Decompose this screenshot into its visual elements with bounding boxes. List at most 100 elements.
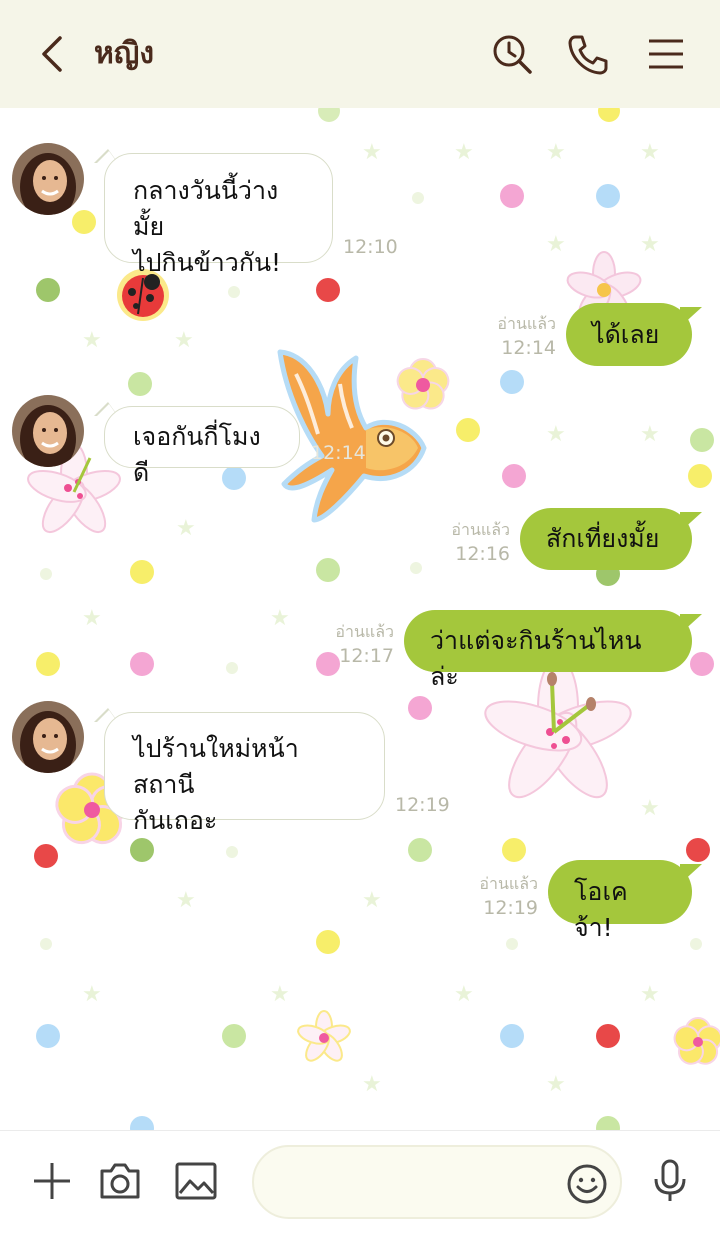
pattern-star: ★ (82, 328, 102, 353)
outgoing-message[interactable]: โอเคจ้า! (548, 860, 692, 942)
pattern-dot (410, 562, 422, 574)
camera-icon[interactable] (96, 1157, 144, 1205)
incoming-message[interactable]: เจอกันกี่โมงดี (104, 406, 300, 487)
plus-icon[interactable] (28, 1157, 76, 1205)
incoming-message[interactable]: กลางวันนี้ว่างมั้ย ไปกินข้าวกัน! (104, 153, 333, 277)
image-icon[interactable] (172, 1157, 220, 1205)
avatar[interactable] (12, 143, 84, 215)
pattern-dot (456, 418, 480, 442)
pattern-dot (412, 192, 424, 204)
message-text-line: กลางวันนี้ว่างมั้ย (133, 176, 279, 241)
phone-icon[interactable] (566, 32, 610, 76)
message-time: 12:14 (311, 442, 366, 464)
avatar[interactable] (12, 701, 84, 773)
bubble-tail (680, 864, 702, 884)
pattern-star: ★ (362, 1072, 382, 1097)
outgoing-message[interactable]: สักเที่ยงมั้ย (520, 508, 692, 570)
search-clock-icon[interactable] (490, 32, 534, 76)
read-receipt: อ่านแล้ว (451, 520, 510, 539)
pattern-star: ★ (640, 796, 660, 821)
pattern-star: ★ (546, 1072, 566, 1097)
pattern-star: ★ (454, 982, 474, 1007)
composer-bar (0, 1130, 720, 1233)
outgoing-message[interactable]: ได้เลย (566, 303, 692, 366)
pattern-dot (690, 652, 714, 676)
message-text-line: กันเถอะ (133, 806, 218, 835)
pattern-star: ★ (174, 328, 194, 353)
pattern-dot (500, 184, 524, 208)
message-meta: อ่านแล้ว 12:19 (452, 872, 538, 919)
pattern-dot (36, 1024, 60, 1048)
message-time: 12:10 (343, 236, 398, 258)
message-text: ได้เลย (592, 320, 660, 349)
message-time: 12:14 (501, 337, 556, 359)
pattern-dot (502, 838, 526, 862)
message-time: 12:19 (483, 897, 538, 919)
pattern-star: ★ (362, 888, 382, 913)
pattern-dot (130, 560, 154, 584)
pattern-dot (316, 930, 340, 954)
pattern-dot (36, 652, 60, 676)
incoming-message[interactable]: ไปร้านใหม่หน้าสถานี กันเถอะ (104, 712, 385, 835)
chevron-left-icon[interactable] (38, 34, 68, 74)
pattern-dot (408, 838, 432, 862)
pattern-star: ★ (270, 606, 290, 631)
pattern-dot (40, 568, 52, 580)
message-text: สักเที่ยงมั้ย (546, 524, 660, 553)
pattern-dot (130, 1116, 154, 1130)
pattern-dot (690, 428, 714, 452)
pattern-dot (226, 846, 238, 858)
message-time: 12:17 (339, 645, 394, 667)
read-receipt: อ่านแล้ว (497, 314, 556, 333)
pattern-star: ★ (640, 422, 660, 447)
pattern-dot (228, 286, 240, 298)
pattern-dot (130, 652, 154, 676)
pattern-dot (40, 938, 52, 950)
chat-header: หญิง (0, 0, 720, 108)
pattern-star: ★ (176, 888, 196, 913)
microphone-icon[interactable] (646, 1157, 694, 1205)
smiley-icon[interactable] (566, 1163, 608, 1205)
pattern-star: ★ (454, 140, 474, 165)
pattern-star: ★ (640, 140, 660, 165)
message-input[interactable] (278, 1165, 562, 1203)
chat-title: หญิง (94, 36, 154, 71)
chat-background: ★ ★ ★ ★ ★ ★ ★ ★ ★ ★ ★ ★ ★ ★ ★ ★ ★ ★ ★ ★ … (0, 108, 720, 1130)
avatar[interactable] (12, 395, 84, 467)
pattern-star: ★ (176, 516, 196, 541)
pattern-dot (500, 370, 524, 394)
message-text-line: ไปร้านใหม่หน้าสถานี (133, 734, 299, 799)
pattern-dot (128, 372, 152, 396)
pattern-dot (686, 838, 710, 862)
pattern-star: ★ (546, 140, 566, 165)
pattern-dot (596, 1024, 620, 1048)
pattern-star: ★ (640, 982, 660, 1007)
flower-decoration (566, 251, 642, 310)
pattern-dot (596, 184, 620, 208)
flower-decoration (297, 1010, 351, 1062)
pattern-dot (408, 696, 432, 720)
message-time: 12:19 (395, 794, 450, 816)
message-input-box[interactable] (252, 1145, 622, 1219)
message-meta: อ่านแล้ว 12:17 (308, 620, 394, 667)
message-text: โอเคจ้า! (574, 877, 628, 942)
bubble-tail (680, 307, 702, 327)
pattern-dot (690, 938, 702, 950)
menu-icon[interactable] (644, 32, 688, 76)
message-meta: อ่านแล้ว 12:14 (470, 312, 556, 359)
pattern-dot (502, 464, 526, 488)
lily-decoration (484, 664, 632, 799)
pattern-star: ★ (82, 606, 102, 631)
pattern-dot (72, 210, 96, 234)
read-receipt: อ่านแล้ว (335, 622, 394, 641)
pattern-dot (688, 464, 712, 488)
pattern-dot (316, 278, 340, 302)
pattern-dot (506, 938, 518, 950)
bubble-tail (680, 614, 702, 634)
bubble-tail (680, 512, 702, 532)
pattern-dot (222, 1024, 246, 1048)
outgoing-message[interactable]: ว่าแต่จะกินร้านไหนล่ะ (404, 610, 692, 691)
pattern-dot (226, 662, 238, 674)
message-time: 12:16 (455, 543, 510, 565)
message-text-line: ไปกินข้าวกัน! (133, 248, 282, 277)
